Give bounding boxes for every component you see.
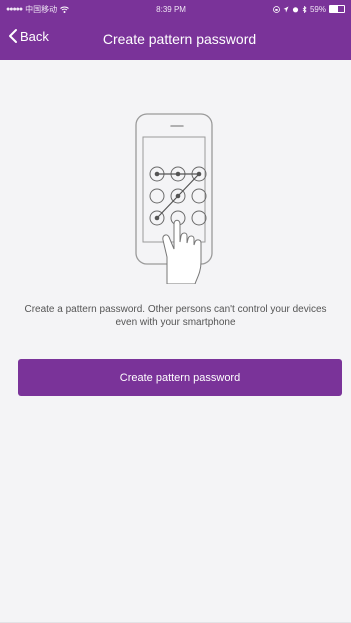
header: ●●●●● 中国移动 8:39 PM 59% Back Create patte… (0, 0, 351, 60)
status-time: 8:39 PM (156, 4, 186, 14)
carrier-label: 中国移动 (25, 4, 58, 14)
screen: ●●●●● 中国移动 8:39 PM 59% Back Create patte… (0, 0, 351, 623)
chevron-left-icon (9, 29, 17, 43)
status-bar: ●●●●● 中国移动 8:39 PM 59% (0, 0, 351, 18)
back-label: Back (20, 28, 49, 44)
signal-icon: ●●●●● (6, 5, 23, 13)
status-right: 59% (273, 5, 345, 14)
create-pattern-password-button[interactable]: Create pattern password (18, 359, 342, 396)
battery-percent: 59% (309, 4, 326, 14)
battery-icon (328, 5, 345, 13)
alarm-icon (292, 6, 299, 12)
wifi-icon (60, 6, 69, 13)
nav-bar: Back Create pattern password (0, 18, 351, 60)
lock-rotation-icon (273, 5, 280, 13)
status-left: ●●●●● 中国移动 (6, 4, 69, 15)
page-title: Create pattern password (102, 31, 257, 47)
bluetooth-icon (302, 5, 307, 13)
back-button[interactable]: Back (8, 28, 49, 44)
location-icon (283, 6, 289, 12)
pattern-phone-illustration (135, 113, 213, 284)
description-text: Create a pattern password. Other persons… (24, 304, 327, 328)
